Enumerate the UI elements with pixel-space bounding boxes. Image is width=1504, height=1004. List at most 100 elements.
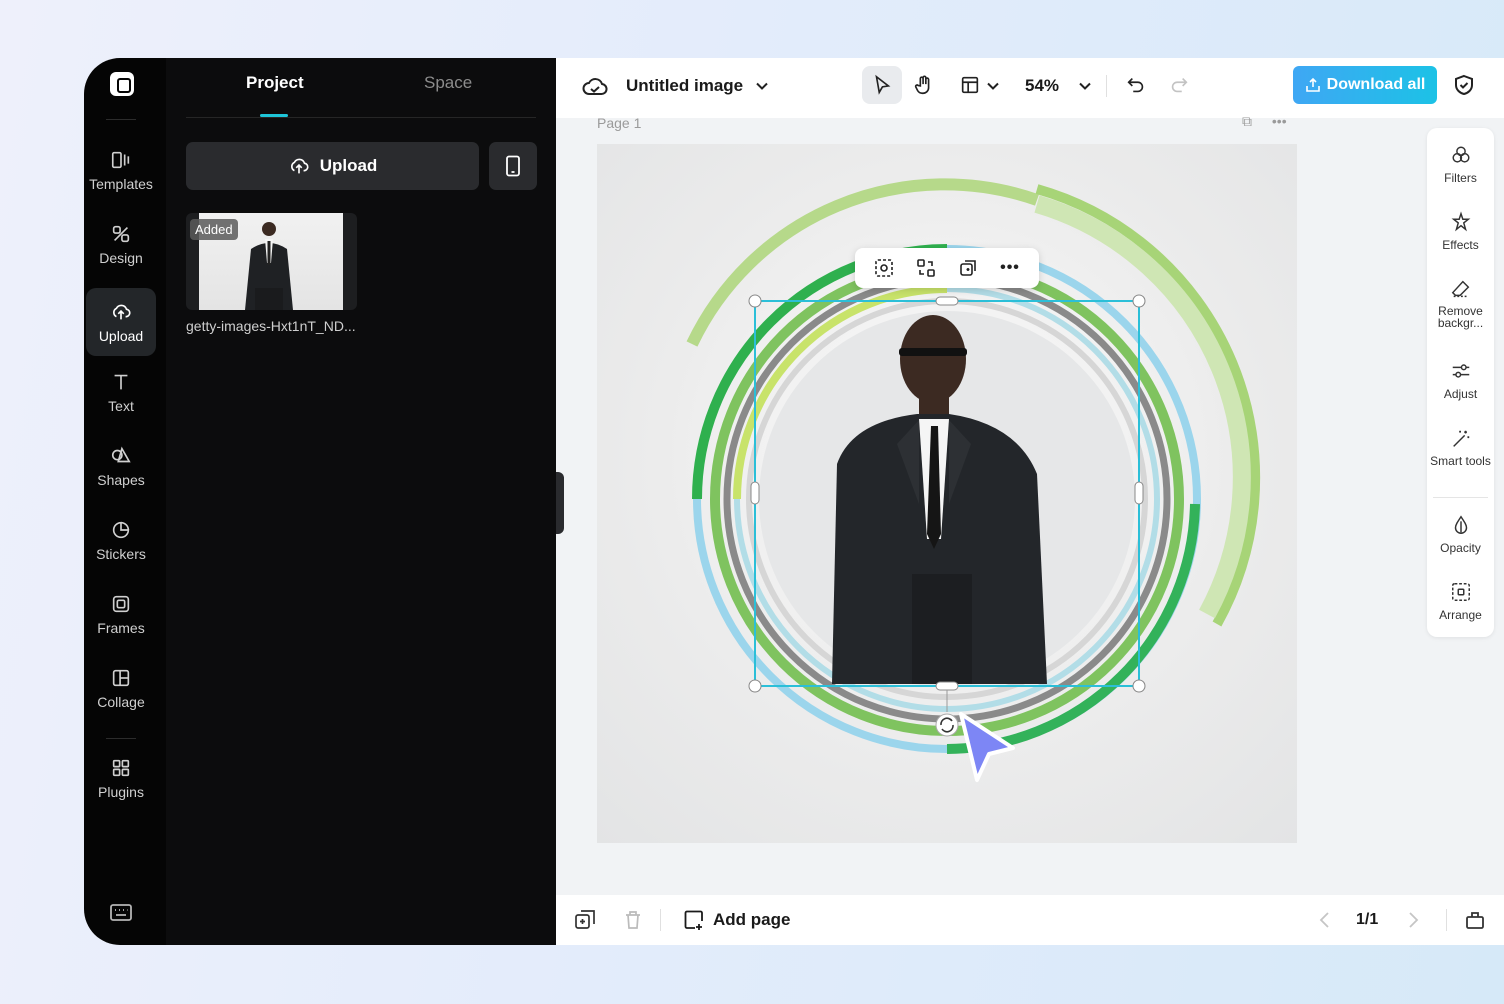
chevron-left-icon[interactable]	[1314, 909, 1336, 931]
smart-tools-tool[interactable]: Smart tools	[1427, 428, 1494, 467]
phone-icon	[506, 155, 520, 177]
crop-select-icon[interactable]	[873, 257, 895, 279]
right-tool-strip: Filters Effects Remove backgr... Adjust …	[1427, 128, 1494, 637]
duplicate-page-icon[interactable]	[574, 909, 596, 931]
collapse-panel-handle[interactable]	[556, 472, 564, 534]
page-counter: 1/1	[1356, 911, 1379, 928]
upload-from-phone-button[interactable]	[489, 142, 537, 190]
filters-tool[interactable]: Filters	[1427, 144, 1494, 185]
rail-item-label: Text	[108, 397, 134, 414]
tab-space[interactable]: Space	[424, 73, 472, 93]
replace-icon[interactable]	[915, 257, 937, 279]
rail-item-label: Plugins	[98, 783, 144, 800]
opacity-tool[interactable]: Opacity	[1427, 514, 1494, 555]
zoom-level[interactable]: 54%	[1025, 76, 1059, 96]
bottom-divider	[1446, 909, 1447, 931]
effects-label: Effects	[1442, 238, 1479, 252]
more-icon[interactable]: •••	[999, 257, 1021, 279]
collage-icon	[112, 669, 130, 686]
select-tool-button[interactable]	[862, 66, 902, 104]
rail-item-templates[interactable]: Templates	[86, 136, 156, 204]
keyboard-icon[interactable]	[109, 902, 133, 924]
eraser-icon	[1451, 280, 1469, 298]
rail-item-text[interactable]: Text	[86, 358, 156, 426]
toolbar-divider	[1106, 75, 1107, 97]
rail-item-stickers[interactable]: Stickers	[86, 506, 156, 574]
toolbox-icon[interactable]	[1464, 909, 1486, 931]
chevron-down-icon[interactable]	[755, 79, 769, 93]
top-toolbar: Untitled image 54% Download all	[556, 58, 1504, 118]
rail-item-shapes[interactable]: Shapes	[86, 432, 156, 500]
rail-divider	[106, 119, 136, 120]
asset-thumbnail[interactable]: Added	[186, 213, 357, 310]
effects-tool[interactable]: Effects	[1427, 211, 1494, 252]
chevron-down-icon[interactable]	[1078, 79, 1092, 93]
upload-button[interactable]: Upload	[186, 142, 479, 190]
remove-background-tool[interactable]: Remove backgr...	[1427, 278, 1494, 329]
app-logo[interactable]	[110, 72, 134, 96]
download-all-label: Download all	[1326, 76, 1426, 93]
download-all-button[interactable]: Download all	[1293, 66, 1437, 104]
droplet-icon	[1454, 515, 1467, 534]
text-icon	[114, 374, 128, 389]
tool-strip-divider	[1433, 497, 1488, 498]
redo-button[interactable]	[1159, 66, 1199, 104]
trash-icon[interactable]	[622, 909, 644, 931]
undo-icon	[1127, 77, 1144, 93]
redo-icon	[1171, 77, 1188, 93]
smart-tools-label: Smart tools	[1430, 454, 1491, 468]
panel-tabs: Project Space	[186, 58, 536, 118]
rail-item-plugins[interactable]: Plugins	[86, 744, 156, 812]
rail-item-label: Frames	[97, 619, 145, 636]
page-frame-icon[interactable]: ⧉	[1242, 113, 1252, 129]
left-rail: Templates Design Upload Text Shapes Stic…	[84, 58, 166, 945]
active-tab-indicator	[260, 114, 288, 117]
rail-item-label: Templates	[89, 175, 153, 192]
app-window: Templates Design Upload Text Shapes Stic…	[84, 58, 1504, 945]
adjust-tool[interactable]: Adjust	[1427, 360, 1494, 401]
page-label: Page 1	[597, 115, 642, 131]
effects-icon	[1451, 211, 1470, 232]
arrange-tool[interactable]: Arrange	[1427, 581, 1494, 622]
element-action-bar: •••	[855, 248, 1039, 288]
rail-item-label: Shapes	[97, 471, 145, 488]
document-title[interactable]: Untitled image	[626, 76, 743, 96]
project-panel: Project Space Upload Added getty-images-…	[166, 58, 556, 945]
upload-cloud-icon	[113, 304, 131, 319]
rail-item-design[interactable]: Design	[86, 210, 156, 278]
bottom-bar: Add page 1/1	[556, 895, 1504, 945]
cloud-sync-icon[interactable]	[582, 74, 608, 100]
add-page-icon	[684, 910, 703, 930]
magic-wand-icon	[1452, 430, 1469, 447]
pointer-icon	[875, 74, 891, 95]
chevron-right-icon[interactable]	[1402, 909, 1424, 931]
shapes-icon	[111, 446, 131, 462]
hand-icon	[914, 75, 930, 95]
remove-background-label: Remove backgr...	[1437, 304, 1484, 330]
bottom-divider	[660, 909, 661, 931]
arrange-icon	[1451, 583, 1470, 601]
rail-item-label: Design	[99, 249, 143, 266]
rail-item-collage[interactable]: Collage	[86, 654, 156, 722]
tab-project[interactable]: Project	[246, 73, 304, 93]
hand-tool-button[interactable]	[904, 66, 944, 104]
filters-icon	[1451, 146, 1470, 163]
templates-icon	[111, 151, 130, 168]
adjust-label: Adjust	[1443, 387, 1478, 401]
chevron-down-icon[interactable]	[986, 79, 1000, 93]
add-page-button[interactable]: Add page	[683, 909, 790, 931]
add-page-label: Add page	[713, 910, 791, 929]
undo-button[interactable]	[1116, 66, 1156, 104]
shield-check-icon[interactable]	[1452, 73, 1476, 97]
mouse-cursor	[959, 712, 1015, 782]
rail-item-upload[interactable]: Upload	[86, 288, 156, 356]
layout-button[interactable]	[950, 66, 990, 104]
rail-item-frames[interactable]: Frames	[86, 580, 156, 648]
stickers-icon	[112, 521, 130, 538]
upload-button-label: Upload	[319, 156, 378, 175]
more-options-icon[interactable]: •••	[1272, 113, 1287, 129]
duplicate-icon[interactable]	[957, 257, 979, 279]
download-icon	[1305, 77, 1320, 92]
rail-divider	[106, 738, 136, 739]
added-badge: Added	[190, 219, 238, 240]
